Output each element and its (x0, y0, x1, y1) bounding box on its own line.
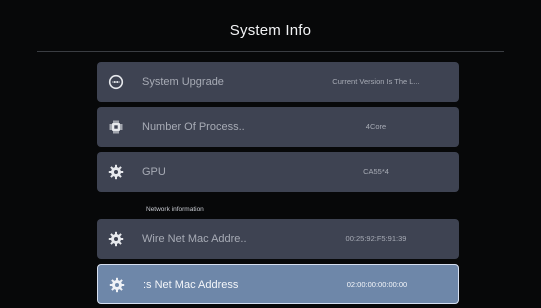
system-upgrade-value: Current Version Is The L... (332, 77, 420, 86)
chip-icon (109, 120, 123, 134)
wireless-mac-value: 02:00:00:00:00:00 (346, 280, 408, 289)
system-upgrade-item[interactable]: System Upgrade Current Version Is The L.… (97, 62, 459, 102)
wired-mac-item[interactable]: Wire Net Mac Addre.. 00:25:92:F5:91:39 (97, 219, 459, 259)
gpu-label: GPU (142, 166, 166, 178)
processor-count-value: 4Core (365, 122, 387, 131)
title-divider (37, 51, 504, 52)
page-title: System Info (229, 22, 312, 39)
gear-icon (108, 164, 124, 180)
system-upgrade-label: System Upgrade (142, 76, 224, 88)
wired-mac-value: 00:25:92:F5:91:39 (345, 234, 407, 243)
gpu-value: CA55*4 (363, 167, 389, 176)
gpu-item[interactable]: GPU CA55*4 (97, 152, 459, 192)
processor-count-item[interactable]: Number Of Process.. 4Core (97, 107, 459, 147)
gear-icon (109, 277, 125, 293)
wireless-mac-item[interactable]: :s Net Mac Address 02:00:00:00:00:00 (97, 264, 459, 304)
wireless-mac-label: :s Net Mac Address (143, 279, 239, 291)
gear-icon (108, 231, 124, 247)
network-section-label: Network information (146, 206, 204, 213)
wired-mac-label: Wire Net Mac Addre.. (142, 233, 247, 245)
processor-count-label: Number Of Process.. (142, 121, 245, 133)
upgrade-icon (108, 74, 124, 90)
system-info-screen: System Info System Upgrade Current Versi… (0, 0, 541, 308)
